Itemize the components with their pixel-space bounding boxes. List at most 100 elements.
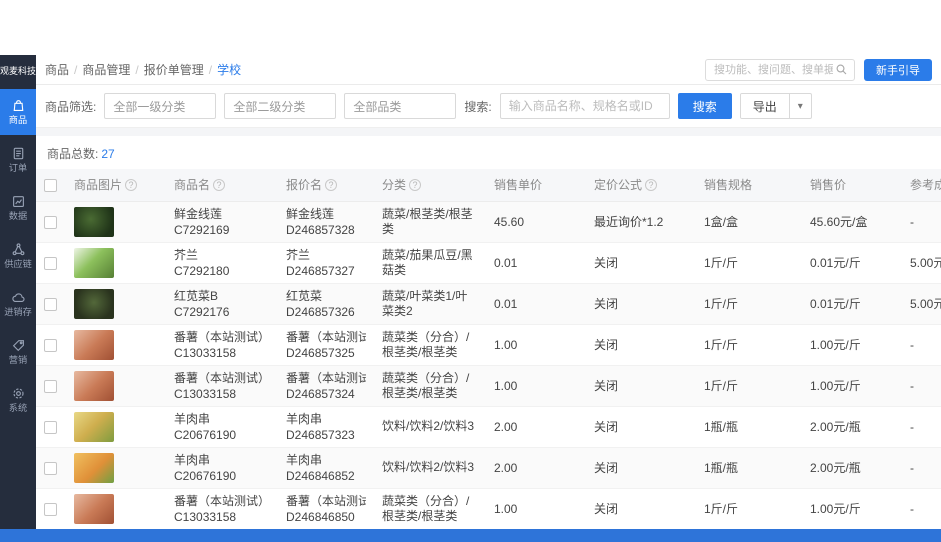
product-name: 羊肉串	[174, 452, 211, 467]
sale-spec: 1盒/盒	[696, 201, 802, 243]
export-button[interactable]: 导出	[740, 94, 789, 118]
search-label: 搜索:	[464, 99, 492, 114]
goods-icon	[11, 98, 26, 113]
product-code: C7292169	[174, 222, 230, 237]
product-category: 饮料/饮料2/饮料3	[374, 447, 486, 489]
sale-spec: 1斤/斤	[696, 365, 802, 407]
sidebar-item-orders[interactable]: 订单	[0, 137, 36, 183]
col-header-quote-name: 报价名	[278, 169, 374, 202]
unit-price: 2.00	[486, 447, 586, 489]
sidebar-item-label: 系统	[8, 403, 28, 414]
quote-name: 芥兰	[286, 247, 311, 262]
sidebar-item-data[interactable]: 数据	[0, 185, 36, 231]
breadcrumb-item[interactable]: 报价单管理	[144, 61, 204, 78]
product-search-input[interactable]	[499, 93, 670, 119]
table-row: 羊肉串 C20676190 羊肉串 D246846852 饮料/饮料2/饮料3 …	[36, 447, 941, 489]
search-icon[interactable]	[835, 63, 848, 76]
filter-category-level1-select[interactable]: 全部一级分类	[104, 93, 217, 119]
breadcrumb-item[interactable]: 商品管理	[82, 61, 130, 78]
row-checkbox[interactable]	[44, 379, 57, 393]
sidebar-item-goods[interactable]: 商品	[0, 89, 36, 135]
ref-cost: -	[902, 447, 941, 489]
quote-code: D246857323	[286, 427, 355, 442]
quote-code: D246857325	[286, 345, 355, 360]
ref-cost: -	[902, 488, 941, 529]
product-name: 番薯（本站测试）	[174, 370, 270, 385]
breadcrumb-separator: /	[208, 62, 213, 77]
pricing-formula: 关闭	[586, 488, 696, 529]
help-icon[interactable]	[213, 179, 226, 192]
product-image	[74, 247, 114, 278]
pricing-formula: 关闭	[586, 406, 696, 448]
sale-price: 1.00元/斤	[802, 488, 902, 529]
breadcrumb-current: 学校	[217, 63, 242, 77]
product-image	[74, 411, 114, 442]
ref-cost: -	[902, 201, 941, 243]
ref-cost: 5.00元	[902, 242, 941, 284]
unit-price: 1.00	[486, 324, 586, 366]
product-code: C20676190	[174, 468, 237, 483]
sale-price: 1.00元/斤	[802, 324, 902, 366]
total-row: 商品总数: 27	[36, 136, 941, 169]
product-name: 番薯（本站测试）	[174, 329, 270, 344]
row-checkbox[interactable]	[44, 502, 57, 516]
unit-price: 0.01	[486, 283, 586, 325]
ref-cost: -	[902, 365, 941, 407]
product-code: C20676190	[174, 427, 237, 442]
help-icon[interactable]	[325, 179, 338, 192]
guide-button[interactable]: 新手引导	[864, 58, 932, 81]
row-checkbox[interactable]	[44, 420, 57, 434]
help-icon[interactable]	[125, 179, 138, 192]
row-checkbox[interactable]	[44, 256, 57, 270]
product-image	[74, 329, 114, 360]
product-name: 鲜金线莲	[174, 206, 223, 221]
ref-cost: -	[902, 406, 941, 448]
pricing-formula: 关闭	[586, 447, 696, 489]
quote-code: D246846852	[286, 468, 355, 483]
export-caret-icon[interactable]	[788, 94, 811, 118]
row-checkbox[interactable]	[44, 297, 57, 311]
topbar: 商品 / 商品管理 / 报价单管理 / 学校 新手引导	[36, 55, 941, 85]
marketing-icon	[11, 338, 26, 353]
unit-price: 2.00	[486, 406, 586, 448]
product-code: C7292176	[174, 304, 230, 319]
global-search-input[interactable]	[712, 62, 835, 77]
sidebar-item-label: 数据	[8, 211, 28, 222]
help-icon[interactable]	[409, 179, 422, 192]
unit-price: 0.01	[486, 242, 586, 284]
sidebar-item-marketing[interactable]: 营销	[0, 329, 36, 375]
system-icon	[11, 386, 26, 401]
unit-price: 1.00	[486, 488, 586, 529]
ref-cost: -	[902, 324, 941, 366]
sale-price: 2.00元/瓶	[802, 447, 902, 489]
quote-name: 番薯（本站测试）	[286, 370, 366, 385]
select-all-checkbox[interactable]	[44, 178, 57, 192]
sidebar-item-inventory[interactable]: 进销存	[0, 281, 36, 327]
breadcrumb-item[interactable]: 商品	[45, 61, 69, 78]
unit-price: 45.60	[486, 201, 586, 243]
sidebar-item-supply-chain[interactable]: 供应链	[0, 233, 36, 279]
col-header-category: 分类	[374, 169, 486, 202]
col-header-name: 商品名	[166, 169, 278, 202]
filter-category-all-select[interactable]: 全部品类	[344, 93, 457, 119]
table-header-row: 商品图片 商品名 报价名 分类 销售单价 定价公式 销售规格 销售价 参考成本价	[36, 169, 941, 202]
product-table: 商品图片 商品名 报价名 分类 销售单价 定价公式 销售规格 销售价 参考成本价	[36, 169, 941, 529]
breadcrumb-separator: /	[135, 62, 139, 77]
col-header-spec: 销售规格	[696, 169, 802, 202]
filter-category-level2-select[interactable]: 全部二级分类	[224, 93, 337, 119]
search-button[interactable]: 搜索	[677, 93, 732, 119]
quote-code: D246857326	[286, 304, 355, 319]
row-checkbox[interactable]	[44, 215, 57, 229]
sale-price: 0.01元/斤	[802, 242, 902, 284]
row-checkbox[interactable]	[44, 338, 57, 352]
product-name: 芥兰	[174, 247, 199, 262]
help-icon[interactable]	[645, 179, 658, 192]
row-checkbox[interactable]	[44, 461, 57, 475]
quote-name: 羊肉串	[286, 452, 323, 467]
sidebar-item-system[interactable]: 系统	[0, 377, 36, 423]
breadcrumb-separator: /	[74, 62, 78, 77]
product-image	[74, 370, 114, 401]
product-image	[74, 206, 114, 237]
topbar-right: 新手引导	[705, 58, 932, 81]
product-category: 蔬菜/根茎类/根茎类	[374, 201, 486, 243]
